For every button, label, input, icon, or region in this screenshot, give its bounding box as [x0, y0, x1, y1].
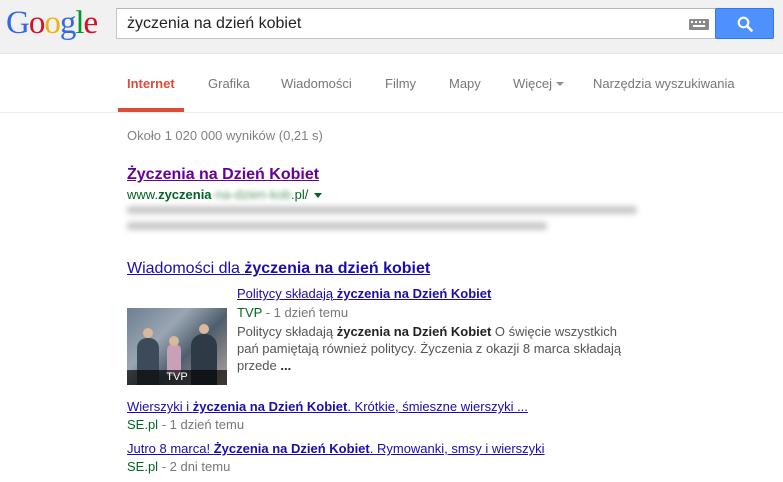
subitem-time: - 2 dni temu	[158, 459, 231, 474]
chevron-down-icon	[556, 81, 565, 86]
snippet-bold: życzenia na Dzień Kobiet	[336, 324, 492, 339]
logo-letter: G	[6, 5, 30, 41]
thumbnail-source-label: TVP	[127, 370, 227, 385]
search-tabs: Internet Grafika Wiadomości Filmy Mapy W…	[0, 54, 783, 113]
subitem-title-rest: . Rymowanki, smsy i wierszyki	[369, 441, 545, 456]
subitem-source: SE.pl	[127, 417, 159, 432]
news-header-prefix: Wiadomości dla	[127, 260, 245, 277]
magnifier-icon	[737, 16, 753, 32]
news-subitem-meta: SE.pl - 1 dzień temu	[127, 417, 244, 432]
tab-wiecej[interactable]: Więcej	[513, 76, 565, 91]
tweet-preview-image	[127, 286, 227, 308]
url-bold: zyczenia	[158, 187, 212, 202]
subitem-time: - 1 dzień temu	[158, 417, 245, 432]
logo-letter: g	[59, 5, 76, 41]
subitem-title-rest: . Krótkie, śmieszne wierszyki ...	[347, 399, 528, 414]
news-item-title-link[interactable]: Politycy składają życzenia na Dzień Kobi…	[237, 286, 491, 301]
logo-letter: e	[83, 5, 99, 41]
logo-letter: o	[44, 5, 60, 41]
active-tab-indicator	[118, 108, 184, 112]
logo-letter: o	[28, 5, 45, 41]
news-title-bold: życzenia na Dzień Kobiet	[336, 286, 492, 301]
news-subitem-meta: SE.pl - 2 dni temu	[127, 459, 230, 474]
subitem-title-bold: Życzenia na Dzień Kobiet	[213, 441, 370, 456]
logo-letter: l	[75, 5, 84, 41]
tab-mapy[interactable]: Mapy	[449, 76, 481, 91]
news-thumbnail[interactable]: TVP	[127, 286, 227, 385]
news-item-meta: TVP - 1 dzień temu	[237, 305, 348, 320]
news-title-prefix: Politycy składają	[237, 286, 337, 301]
tab-wiadomosci[interactable]: Wiadomości	[281, 76, 352, 91]
news-section-link[interactable]: Wiadomości dla życzenia na dzień kobiet	[127, 260, 430, 278]
search-input[interactable]: życzenia na dzień kobiet	[116, 8, 716, 39]
google-logo[interactable]: Google	[6, 5, 99, 41]
news-header-bold: życzenia na dzień kobiet	[244, 260, 431, 277]
search-button[interactable]	[715, 8, 774, 39]
top-bar: Google życzenia na dzień kobiet	[0, 0, 783, 54]
search-query-text[interactable]: życzenia na dzień kobiet	[127, 15, 301, 33]
subitem-title-bold: życzenia na Dzień Kobiet	[192, 399, 348, 414]
news-source: TVP	[237, 305, 263, 320]
result-url: www.zyczenia-na-dzien-kob.pl/	[127, 187, 323, 202]
snippet-ellipsis: ...	[280, 358, 292, 373]
blurred-snippet	[127, 206, 639, 238]
tab-filmy[interactable]: Filmy	[385, 76, 416, 91]
news-item-snippet: Politycy składają życzenia na Dzień Kobi…	[237, 323, 637, 374]
news-subitem-title-link[interactable]: Jutro 8 marca! Życzenia na Dzień Kobiet.…	[127, 441, 545, 456]
news-subitem-title-link[interactable]: Wierszyki i życzenia na Dzień Kobiet. Kr…	[127, 399, 528, 414]
subitem-title-prefix: Jutro 8 marca!	[127, 441, 214, 456]
snippet-prefix: Politycy składają	[237, 324, 337, 339]
subitem-title-prefix: Wierszyki i	[127, 399, 193, 414]
tab-wiecej-label: Więcej	[513, 76, 553, 91]
keyboard-icon[interactable]	[689, 19, 709, 30]
tab-internet[interactable]: Internet	[127, 76, 175, 91]
url-suffix: .pl/	[291, 187, 309, 202]
tab-search-tools[interactable]: Narzędzia wyszukiwania	[593, 76, 735, 91]
result-stats: Około 1 020 000 wyników (0,21 s)	[127, 128, 323, 143]
url-blurred: -na-dzien-kob	[211, 187, 292, 202]
news-time: - 1 dzień temu	[262, 305, 349, 320]
subitem-source: SE.pl	[127, 459, 159, 474]
url-prefix: www.	[127, 187, 159, 202]
result-title-link[interactable]: Życzenia na Dzień Kobiet	[127, 166, 319, 184]
tab-grafika[interactable]: Grafika	[208, 76, 250, 91]
url-dropdown-icon[interactable]	[314, 193, 323, 199]
